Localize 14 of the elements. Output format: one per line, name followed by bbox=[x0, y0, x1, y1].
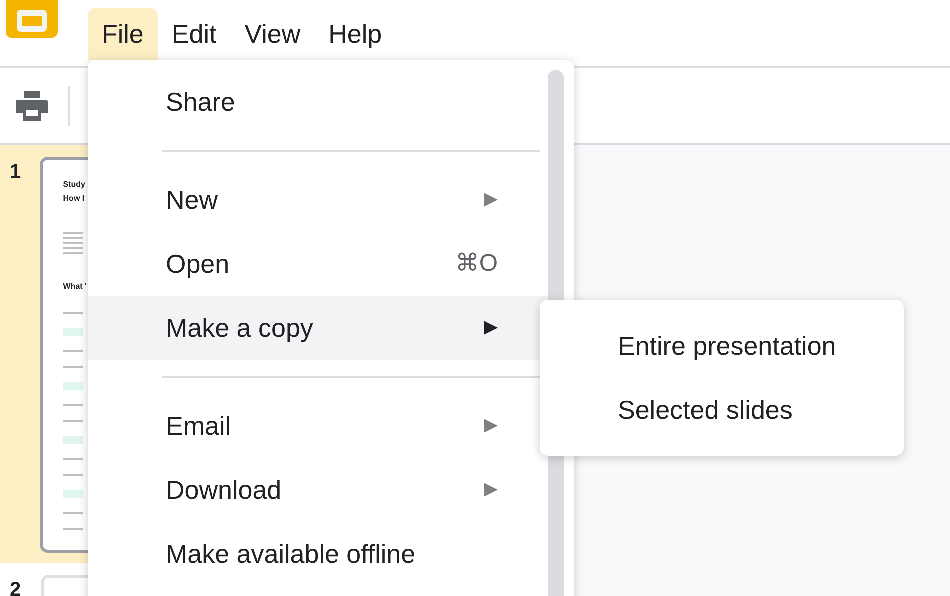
shortcut-label: ⌘O bbox=[455, 249, 498, 279]
slide-number: 2 bbox=[9, 578, 22, 596]
slide-heading: What ' bbox=[63, 282, 88, 292]
slide-heading: Study bbox=[63, 180, 87, 190]
menu-bar-item[interactable]: Help bbox=[314, 8, 396, 60]
slide-heading: How I bbox=[63, 194, 86, 204]
slide-number: 1 bbox=[9, 160, 22, 185]
menu-bar-item[interactable]: View bbox=[230, 8, 315, 60]
menu-item[interactable]: Share bbox=[88, 70, 548, 134]
menu-bar-item[interactable]: Edit bbox=[158, 8, 231, 60]
print-icon[interactable] bbox=[16, 90, 48, 120]
menu-bar-item[interactable]: File bbox=[88, 8, 158, 60]
text-lines-drawing bbox=[63, 232, 84, 254]
menu-item[interactable]: Make a copy bbox=[88, 296, 548, 360]
